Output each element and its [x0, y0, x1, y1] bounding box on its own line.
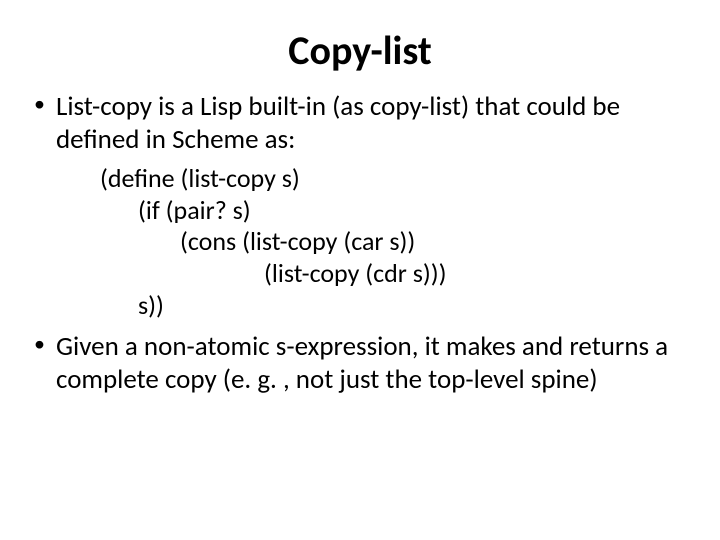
code-line: (cons (list-copy (car s)): [30, 226, 690, 258]
code-line: (define (list-copy s): [30, 163, 690, 195]
code-block: (define (list-copy s) (if (pair? s) (con…: [30, 163, 690, 322]
code-line: s)): [30, 290, 690, 322]
slide-title: Copy-list: [30, 26, 690, 75]
code-line: (list-copy (cdr s))): [30, 258, 690, 290]
bullet-dot-icon: •: [34, 93, 45, 115]
slide: Copy-list • List-copy is a Lisp built-in…: [0, 0, 720, 540]
bullet-item: • Given a non-atomic s-expression, it ma…: [30, 331, 690, 397]
code-line: (if (pair? s): [30, 195, 690, 227]
bullet-dot-icon: •: [34, 333, 45, 355]
bullet-text: List-copy is a Lisp built-in (as copy-li…: [56, 90, 620, 156]
bullet-item: • List-copy is a Lisp built-in (as copy-…: [30, 91, 690, 157]
bullet-text: Given a non-atomic s-expression, it make…: [56, 330, 668, 396]
